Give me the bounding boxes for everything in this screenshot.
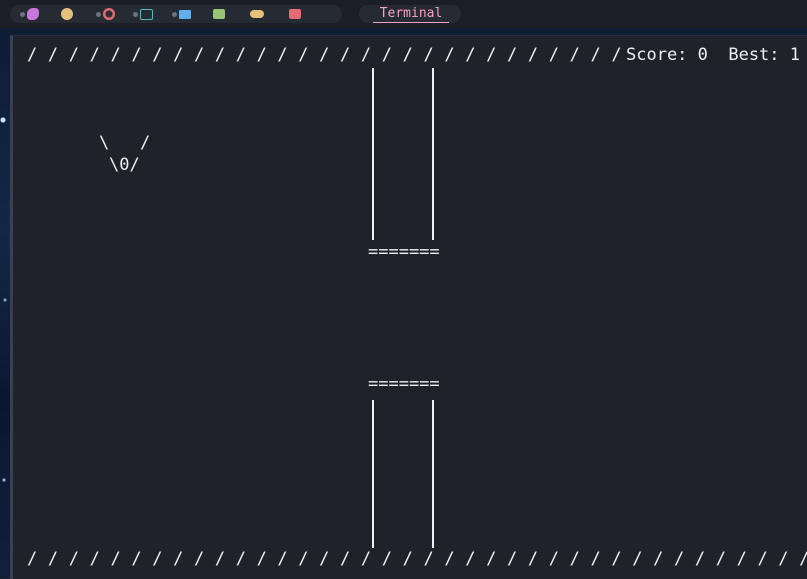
bird-body: \0/ [109,155,140,175]
task-terminal-label: Terminal [373,6,449,23]
gamepad-icon [250,10,264,18]
folder-icon [213,9,225,19]
app-chrome[interactable] [86,5,124,23]
task-terminal[interactable]: Terminal [359,5,461,23]
app-terminal[interactable] [124,5,162,23]
app-folder[interactable] [200,5,238,23]
app-gamepad[interactable] [238,5,276,23]
app-firefox[interactable] [48,5,86,23]
video-icon [289,9,301,19]
top-bar: Terminal [0,0,807,28]
chrome-icon [102,8,115,20]
score-display: Score: 0 Best: 1 [626,45,800,65]
app-video[interactable] [276,5,314,23]
top-pipe-cap: ======= [368,242,440,262]
top-pipe-right-wall [432,68,434,240]
game-controller-icon [26,8,39,20]
bottom-pipe-right-wall [432,400,434,548]
dot-indicator [95,11,101,17]
app-launcher [10,5,342,23]
mail-icon [178,9,191,19]
bottom-pipe-left-wall [372,400,374,548]
app-game-controller[interactable] [10,5,48,23]
bottom-border: / / / / / / / / / / / / / / / / / / / / … [27,549,807,569]
terminal-icon [140,8,153,20]
firefox-icon [61,8,73,20]
dot-indicator [171,11,177,17]
top-pipe-left-wall [372,68,374,240]
bottom-pipe-cap: ======= [368,374,440,394]
terminal-window[interactable]: / / / / / / / / / / / / / / / / / / / / … [10,35,807,579]
dot-indicator [133,11,138,17]
bird-wings: \ / [99,133,151,153]
dot-indicator [19,11,25,17]
app-mail[interactable] [162,5,200,23]
